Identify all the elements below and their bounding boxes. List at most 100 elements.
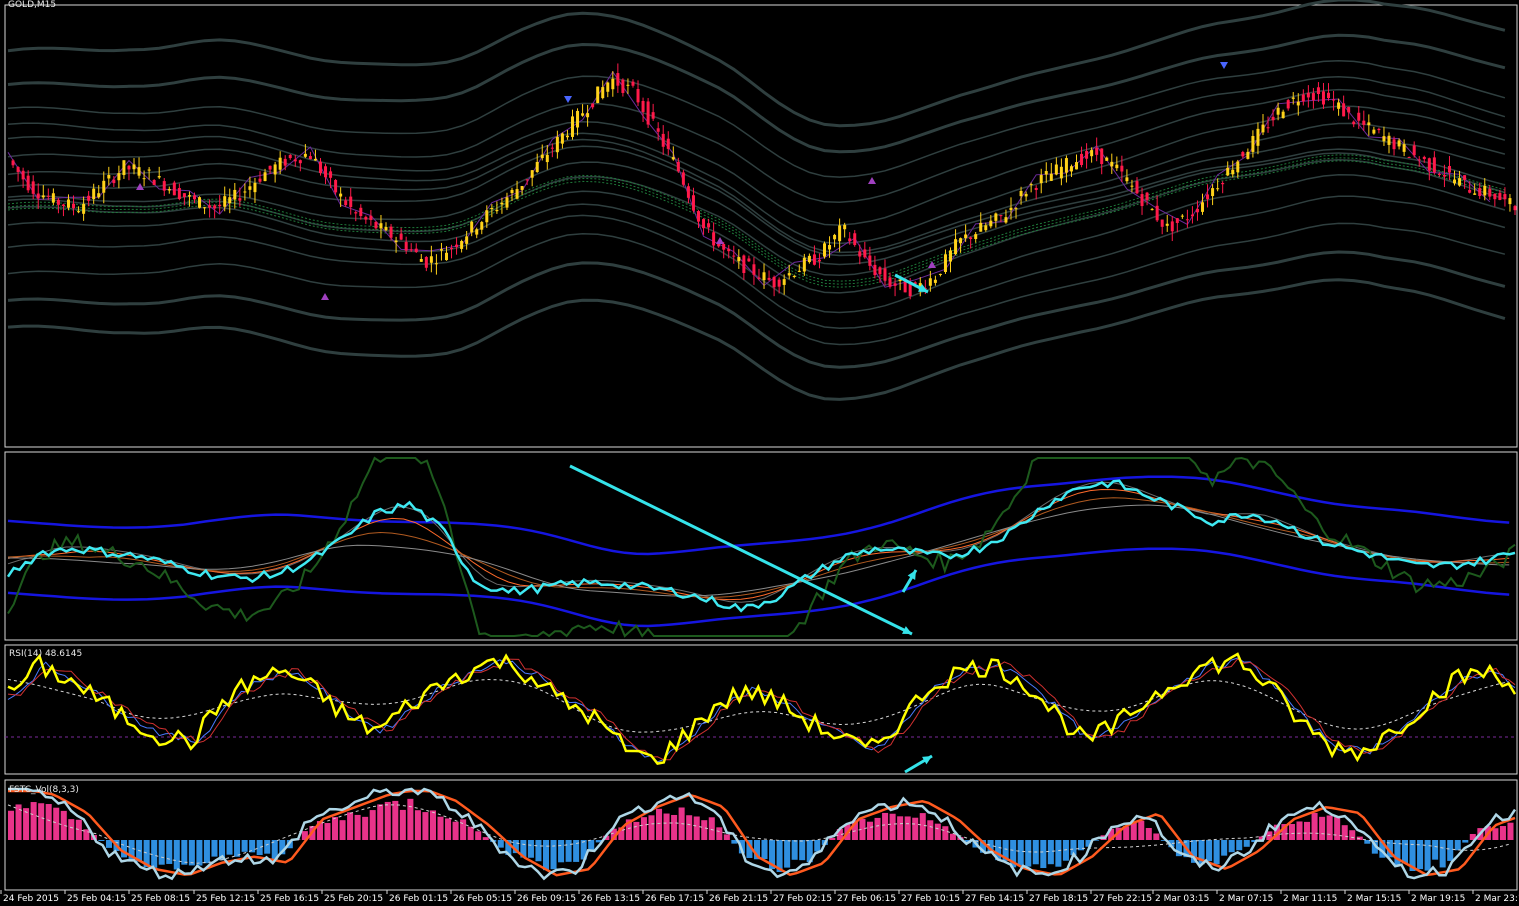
candle-body bbox=[636, 89, 640, 103]
candle-body bbox=[374, 221, 378, 229]
histogram-bar bbox=[377, 804, 384, 840]
candle-body bbox=[1160, 219, 1164, 227]
histogram-bar bbox=[550, 840, 557, 870]
histogram-bar bbox=[173, 840, 180, 870]
candle-body bbox=[369, 215, 373, 220]
candle-body bbox=[1337, 102, 1341, 109]
candle-body bbox=[1493, 193, 1497, 200]
histogram-bar bbox=[188, 840, 195, 866]
histogram-bar bbox=[527, 840, 534, 858]
chart-canvas[interactable] bbox=[0, 0, 1519, 906]
histogram-bar bbox=[226, 840, 233, 855]
time-tick-label: 2 Mar 03:15 bbox=[1155, 894, 1210, 904]
time-tick-label: 27 Feb 02:15 bbox=[773, 894, 833, 904]
candle-body bbox=[1155, 205, 1159, 221]
candle-body bbox=[1120, 165, 1124, 172]
histogram-bar bbox=[53, 807, 60, 840]
candle-body bbox=[308, 156, 312, 160]
candle-body bbox=[1175, 218, 1179, 223]
candle-body bbox=[1226, 167, 1230, 176]
histogram-bar bbox=[362, 816, 369, 840]
histogram-bar bbox=[369, 810, 376, 840]
histogram-bar bbox=[445, 818, 452, 840]
time-tick-label: 26 Feb 09:15 bbox=[517, 894, 577, 904]
candle-body bbox=[555, 136, 559, 153]
band-line bbox=[7, 122, 1506, 254]
chart-window: GOLD,M15 RSI(14) 48.6145 FSTC_Vol(8,3,3)… bbox=[0, 0, 1519, 906]
candle-body bbox=[1357, 112, 1361, 121]
candle-body bbox=[1387, 135, 1391, 145]
candle-body bbox=[1221, 183, 1225, 185]
candle-body bbox=[92, 188, 96, 200]
candle-body bbox=[1034, 187, 1038, 190]
candle-body bbox=[132, 164, 136, 170]
candle-body bbox=[424, 257, 428, 268]
histogram-bar bbox=[648, 815, 655, 840]
histogram-bar bbox=[1040, 840, 1047, 869]
candle-body bbox=[359, 207, 363, 217]
candle-body bbox=[893, 283, 897, 286]
candle-body bbox=[31, 181, 35, 194]
candle-body bbox=[1105, 157, 1109, 161]
candle-body bbox=[828, 245, 832, 250]
candle-body bbox=[1064, 158, 1068, 173]
histogram-bar bbox=[693, 816, 700, 840]
candle-body bbox=[364, 216, 368, 220]
candle-body bbox=[1513, 206, 1517, 211]
candle-body bbox=[409, 249, 413, 251]
histogram-bar bbox=[919, 813, 926, 840]
histogram-bar bbox=[399, 809, 406, 840]
candle-body bbox=[681, 172, 685, 185]
candle-body bbox=[1483, 185, 1487, 196]
candle-body bbox=[974, 234, 978, 239]
candle-body bbox=[137, 167, 141, 176]
candle-body bbox=[127, 165, 131, 170]
candle-body bbox=[72, 203, 76, 209]
candle-body bbox=[238, 198, 242, 201]
candle-body bbox=[671, 157, 675, 160]
candle-body bbox=[576, 110, 580, 128]
histogram-bar bbox=[1401, 840, 1409, 864]
candle-body bbox=[812, 254, 816, 265]
candle-body bbox=[1301, 94, 1305, 102]
histogram-bar bbox=[407, 798, 414, 840]
candle-body bbox=[495, 209, 499, 212]
oscillator-green-line bbox=[7, 456, 1516, 638]
histogram-bar bbox=[1507, 822, 1514, 840]
candle-body bbox=[16, 167, 20, 173]
candle-body bbox=[631, 81, 635, 86]
candle-body bbox=[565, 135, 569, 138]
candle-body bbox=[273, 164, 277, 175]
candle-body bbox=[817, 259, 821, 262]
candle-body bbox=[530, 170, 534, 178]
time-tick-label: 26 Feb 21:15 bbox=[709, 894, 769, 904]
candle-body bbox=[550, 147, 554, 149]
time-tick-label: 25 Feb 20:15 bbox=[324, 894, 384, 904]
candle-body bbox=[646, 101, 650, 125]
candle-body bbox=[455, 244, 459, 247]
histogram-bar bbox=[158, 840, 165, 865]
candle-body bbox=[1110, 161, 1114, 167]
candle-body bbox=[792, 275, 796, 277]
candle-body bbox=[787, 273, 791, 276]
band-line bbox=[7, 250, 1506, 369]
histogram-bar bbox=[1341, 825, 1348, 840]
histogram-bar bbox=[671, 814, 678, 840]
time-tick-label: 26 Feb 05:15 bbox=[453, 894, 513, 904]
stoch-label: FSTC_Vol(8,3,3) bbox=[9, 785, 79, 795]
candle-body bbox=[757, 277, 761, 279]
candle-body bbox=[1080, 153, 1084, 165]
histogram-bar bbox=[68, 819, 75, 840]
histogram-bar bbox=[38, 803, 45, 840]
candle-body bbox=[1422, 156, 1426, 160]
candle-body bbox=[203, 207, 207, 209]
candle-body bbox=[152, 180, 156, 185]
candle-body bbox=[1402, 144, 1406, 152]
histogram-bar bbox=[558, 840, 565, 863]
histogram-bar bbox=[1017, 840, 1024, 867]
candle-body bbox=[112, 179, 116, 184]
candle-body bbox=[777, 279, 781, 287]
time-tick-label: 26 Feb 17:15 bbox=[645, 894, 705, 904]
fractal-down-marker bbox=[1220, 62, 1228, 69]
candle-body bbox=[228, 197, 232, 204]
